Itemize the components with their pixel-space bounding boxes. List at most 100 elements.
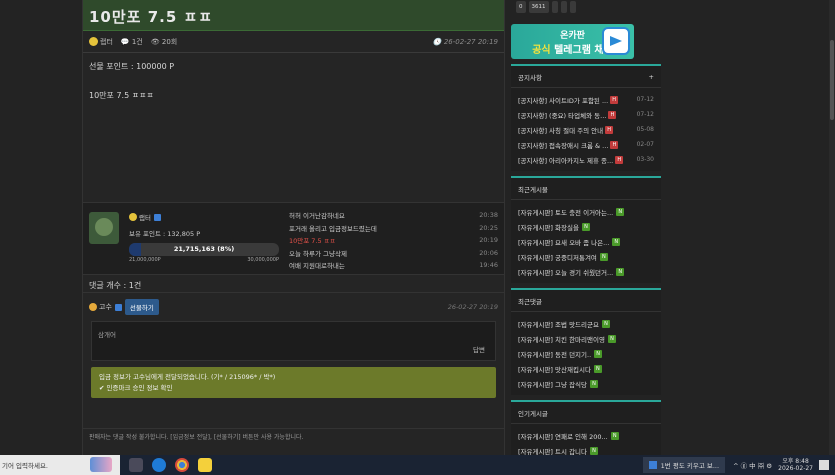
recent-comments-panel: 최근댓글 [자유게시판] 조법 맛드리군요 N [자유게시판] 치킨 한마리맨이영 N… — [511, 288, 661, 395]
author-box-name[interactable]: 랩터 — [139, 212, 151, 222]
recent-post-link-title: [자유게시판] 궁중디저통겨여 — [518, 253, 597, 262]
notice-item[interactable]: [공지사항] (중요) 타업체와 동... H 07-12 — [518, 107, 654, 122]
post-body-line: 선물 포인트 : 100000 P — [89, 62, 175, 71]
notification-icon[interactable] — [819, 460, 829, 470]
recent-post-item[interactable]: 10만포 7.5 ㅍㅍ 20:19 — [289, 234, 498, 247]
comment-text: 삼개어 — [98, 331, 116, 339]
comment-body: 삼개어 답변 — [91, 321, 496, 361]
notice-item[interactable]: [공지사항] 사이트ID가 포함된 ... H 07-12 — [518, 92, 654, 107]
plus-icon[interactable]: + — [649, 73, 654, 81]
author-box: 랩터 보유 포인트 : 132,805 P 21,715,163 (8%) 21… — [83, 203, 504, 275]
top-icon-bar: 0 3611 — [511, 0, 661, 15]
popular-post-link[interactable]: [자유게시판] 연패로 인해 200... N — [518, 428, 654, 443]
recent-post-title: 여배 지원대로하내는 — [289, 262, 345, 271]
recent-comments-list: [자유게시판] 조법 맛드리군요 N [자유게시판] 치킨 한마리맨이영 N [자유게시… — [511, 312, 661, 395]
level-range-min: 21,000,000P — [129, 257, 161, 263]
recent-post-date: 20:38 — [479, 211, 498, 220]
new-icon: N — [590, 379, 599, 388]
recent-comment-link[interactable]: [자유게시판] 맛산재킵시다 N — [518, 361, 654, 376]
scroll-thumb[interactable] — [830, 40, 834, 120]
avatar[interactable] — [89, 212, 119, 244]
commenter-name[interactable]: 고수 — [99, 302, 112, 312]
recent-post-item[interactable]: 오늘 하루가 그냥삭제 20:06 — [289, 247, 498, 260]
recent-post-link[interactable]: [자유게시판] 화장실을 N — [518, 219, 654, 234]
comment-footer-note: 판매자는 댓글 작성 불가합니다. [입금정보 전달], [선물하기] 버튼만 … — [83, 428, 504, 442]
notice-item[interactable]: [공지사항] 접속장애시 크롬 & ... H 02-07 — [518, 137, 654, 152]
recent-comment-link[interactable]: [자유게시판] 조법 맛드리군요 N — [518, 316, 654, 331]
recent-post-link-title: [자유게시판] 요새 오바 좀 나은... — [518, 238, 610, 247]
recent-comment-link[interactable]: [자유게시판] 동전 던지기.. N — [518, 346, 654, 361]
recent-post-title: 10만포 7.5 ㅍㅍ — [289, 237, 336, 246]
telegram-banner[interactable]: 온카판 공식 텔레그램 채널 — [511, 24, 634, 59]
recent-comment-link[interactable]: [자유게시판] 그냥 잡식당 N — [518, 376, 654, 391]
notice-title: [공지사항] (중요) 타업체와 동... — [518, 111, 607, 120]
edge-icon[interactable] — [152, 458, 166, 472]
top-icon-button[interactable]: 3611 — [528, 1, 549, 13]
recent-post-date: 20:06 — [479, 248, 498, 257]
reply-button[interactable]: 답변 — [473, 344, 485, 354]
comment-count-value: 1건 — [131, 37, 143, 46]
author-info: 랩터 보유 포인트 : 132,805 P 21,715,163 (8%) 21… — [129, 209, 279, 268]
system-tray[interactable]: ^ ⓖ 中 ㈜ ⚙ — [733, 460, 772, 470]
taskbar-app[interactable]: 1번 평도 키우고 보... — [642, 457, 726, 473]
recent-post-item[interactable]: 허허 이거난감하네요 20:38 — [289, 209, 498, 222]
search-placeholder: 기어 입력하세요. — [2, 462, 48, 470]
recent-post-date: 20:19 — [479, 236, 498, 245]
top-icon-button[interactable] — [569, 1, 576, 13]
task-view-icon[interactable] — [129, 458, 143, 472]
recent-post-link[interactable]: [자유게시판] 오늘 경기 쉬웠던거... N — [518, 264, 654, 279]
gift-button[interactable]: 선물하기 — [124, 299, 159, 315]
verified-icon — [153, 213, 161, 221]
notice-title: [공지사항] 아리아카지노 제휴 종... — [518, 156, 614, 165]
recent-comment-link-title: [자유게시판] 치킨 한마리맨이영 — [518, 335, 605, 344]
recent-comment-link[interactable]: [자유게시판] 치킨 한마리맨이영 N — [518, 331, 654, 346]
notice-item[interactable]: [공지사항] 아리아카지노 제휴 종... H 03-30 — [518, 152, 654, 167]
recent-comments-title: 최근댓글 — [518, 297, 542, 306]
taskbar: 기어 입력하세요. 1번 평도 키우고 보... ^ ⓖ 中 ㈜ ⚙ 오후 8:… — [0, 455, 835, 475]
popular-post-link-title: [자유게시판] 연패로 인해 200... — [518, 432, 608, 441]
new-icon: N — [612, 237, 621, 246]
notice-title: [공지사항] 사칭 절대 주의 안내 — [518, 126, 604, 135]
deposit-notice: 입금 정보가 고수님에게 전달되었습니다. (기* / 215096* / 박*… — [91, 367, 496, 398]
new-icon: N — [581, 222, 590, 231]
recent-post-link[interactable]: [자유게시판] 궁중디저통겨여 N — [518, 249, 654, 264]
recent-posts-list: [자유게시판] 토도 충전 이거아는... N [자유게시판] 화장실을 N [자유게시… — [511, 200, 661, 283]
taskbar-app-title: 1번 평도 키우고 보... — [660, 462, 720, 470]
recent-post-item[interactable]: 여배 지원대로하내는 19:46 — [289, 259, 498, 272]
recent-posts-title: 최근게시물 — [518, 185, 548, 194]
chrome-icon[interactable] — [175, 458, 189, 472]
app-icon — [648, 461, 657, 469]
recent-comment-link-title: [자유게시판] 맛산재킵시다 — [518, 365, 591, 374]
new-icon: N — [599, 252, 608, 261]
recent-post-link-title: [자유게시판] 토도 충전 이거아는... — [518, 208, 614, 217]
top-icon-button[interactable]: 0 — [516, 1, 526, 13]
clock[interactable]: 오후 8:48 2026-02-27 — [778, 458, 813, 472]
hot-icon: H — [615, 155, 624, 164]
author-recent-posts: 허허 이거난감하네요 20:38 포거래 올리고 입금정보드렸는데 20:25 10만포… — [289, 209, 498, 270]
author[interactable]: 랩터 — [89, 37, 113, 47]
recent-post-link[interactable]: [자유게시판] 요새 오바 좀 나은... N — [518, 234, 654, 249]
recent-post-date: 19:46 — [479, 261, 498, 270]
top-icon-button[interactable] — [551, 1, 558, 13]
notice-item[interactable]: [공지사항] 사칭 절대 주의 안내 H 05-08 — [518, 122, 654, 137]
level-range-max: 30,000,000P — [247, 257, 279, 263]
recent-post-title: 허허 이거난감하네요 — [289, 212, 345, 221]
recent-comments-header: 최근댓글 — [511, 290, 661, 312]
top-icon-button[interactable] — [560, 1, 567, 13]
notice-date: 02-07 — [636, 141, 654, 148]
kakaotalk-icon[interactable] — [198, 458, 212, 472]
notice-title: [공지사항] 사이트ID가 포함된 ... — [518, 96, 609, 105]
recent-post-item[interactable]: 포거래 올리고 입금정보드렸는데 20:25 — [289, 222, 498, 235]
notices-header: 공지사항 + — [511, 66, 661, 88]
level-range: 21,000,000P 30,000,000P — [129, 257, 279, 263]
notice-date: 03-30 — [636, 156, 654, 163]
post-title: 10만포 7.5 ㅍㅍ — [83, 0, 504, 31]
taskbar-search[interactable]: 기어 입력하세요. — [0, 455, 120, 475]
level-progress-bar: 21,715,163 (8%) — [129, 243, 279, 256]
scrollbar[interactable] — [829, 0, 835, 455]
verification-link[interactable]: ✔ 인증마크 승인 정보 확인 — [99, 383, 488, 394]
recent-comment-link-title: [자유게시판] 동전 던지기.. — [518, 350, 592, 359]
popular-header: 인기게시글 — [511, 402, 661, 424]
recent-comment-link-title: [자유게시판] 조법 맛드리군요 — [518, 320, 599, 329]
recent-post-link[interactable]: [자유게시판] 토도 충전 이거아는... N — [518, 204, 654, 219]
